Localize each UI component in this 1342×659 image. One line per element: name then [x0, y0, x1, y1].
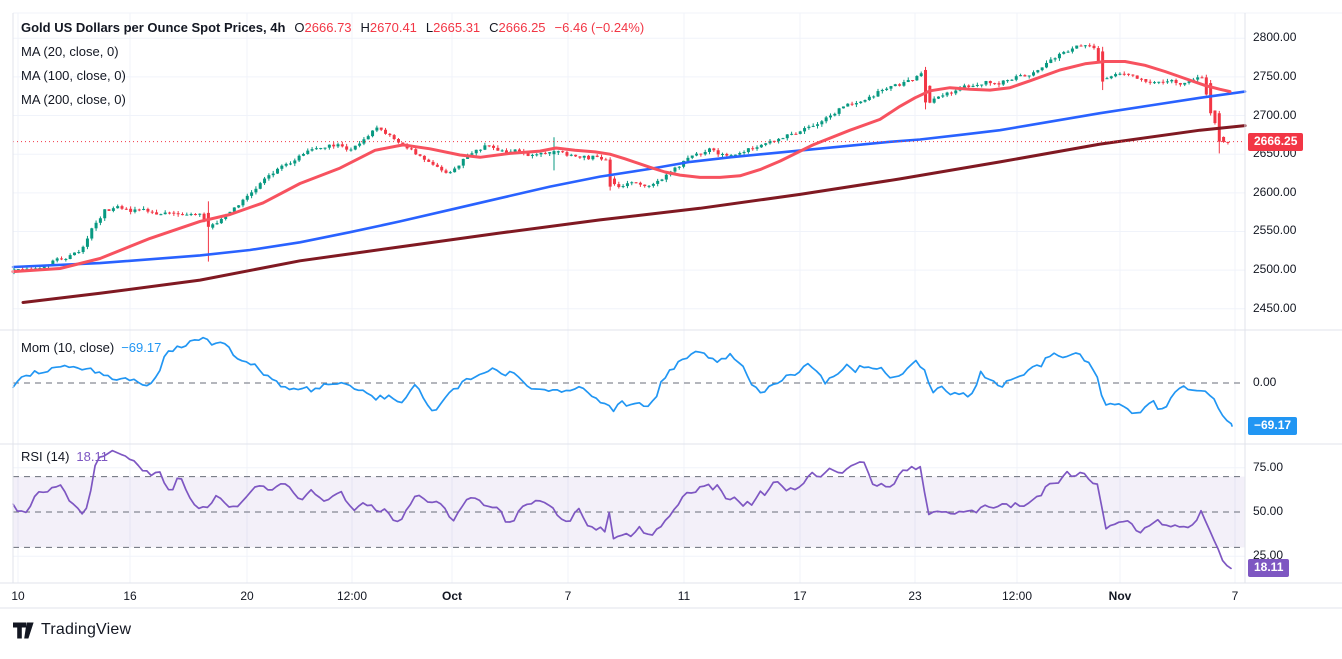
ohlc-close: C2666.25 [489, 20, 545, 35]
tradingview-logo[interactable]: TradingView [13, 621, 131, 639]
tradingview-logo-icon [13, 622, 34, 639]
tradingview-logo-text: TradingView [41, 621, 131, 639]
chart-title[interactable]: Gold US Dollars per Ounce Spot Prices, 4… [21, 20, 285, 35]
rsi-value-badge: 18.11 [1248, 559, 1289, 577]
legend-ma200[interactable]: MA (200, close, 0) [21, 87, 644, 111]
rsi-legend[interactable]: RSI (14) 18.11 [21, 449, 108, 464]
price-change: −6.46 (−0.24%) [555, 20, 645, 35]
rsi-legend-value: 18.11 [76, 449, 108, 464]
momentum-value-badge: −69.17 [1248, 417, 1297, 435]
rsi-pane[interactable] [13, 444, 1245, 583]
last-price-badge: 2666.25 [1248, 133, 1303, 151]
momentum-legend-value: −69.17 [121, 340, 161, 355]
legend-ma100[interactable]: MA (100, close, 0) [21, 63, 644, 87]
symbol-legend-row[interactable]: Gold US Dollars per Ounce Spot Prices, 4… [21, 15, 644, 39]
price-axis[interactable] [1245, 13, 1342, 583]
ohlc-open: O2666.73 [294, 20, 351, 35]
time-axis[interactable] [13, 583, 1245, 608]
ohlc-high: H2670.41 [361, 20, 417, 35]
rsi-legend-label: RSI (14) [21, 449, 69, 464]
tradingview-chart-window: 2800.002750.002700.002650.002600.002550.… [0, 0, 1342, 659]
chart-legend: Gold US Dollars per Ounce Spot Prices, 4… [21, 15, 644, 111]
momentum-pane[interactable] [13, 330, 1245, 444]
ohlc-low: L2665.31 [426, 20, 480, 35]
legend-ma20[interactable]: MA (20, close, 0) [21, 39, 644, 63]
momentum-legend-label: Mom (10, close) [21, 340, 114, 355]
momentum-legend[interactable]: Mom (10, close) −69.17 [21, 340, 161, 355]
